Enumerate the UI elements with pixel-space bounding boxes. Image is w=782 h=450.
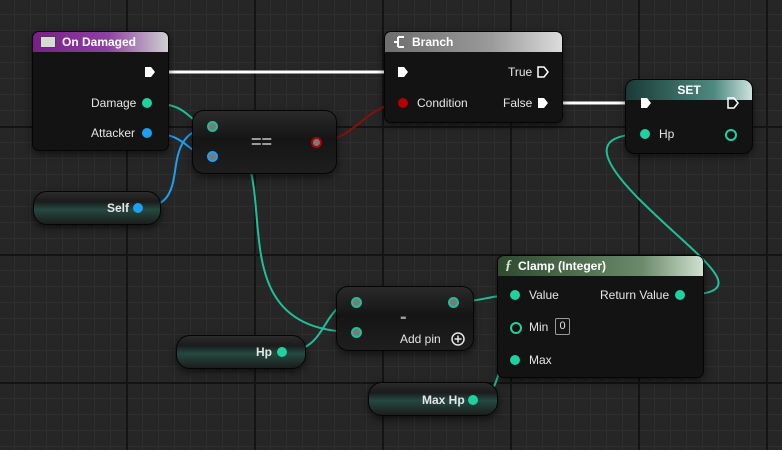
- on-damaged-header[interactable]: On Damaged: [33, 32, 168, 52]
- damage-pin-label: Damage: [91, 96, 137, 110]
- on-damaged-exec-out-pin[interactable]: [144, 66, 156, 78]
- clamp-max-pin[interactable]: [510, 355, 520, 365]
- subtract-input-b-pin[interactable]: [351, 327, 362, 338]
- set-hp-output-pin[interactable]: [725, 129, 737, 141]
- branch-exec-in-pin[interactable]: [397, 66, 409, 78]
- equal-input-b-pin[interactable]: [207, 151, 218, 162]
- self-output-pin[interactable]: [133, 203, 143, 213]
- hp-label: Hp: [256, 345, 272, 359]
- set-hp-input-pin[interactable]: [640, 129, 650, 139]
- clamp-min-pin[interactable]: [510, 322, 522, 334]
- true-exec-out-pin[interactable]: [537, 66, 549, 78]
- add-pin-icon[interactable]: [451, 332, 465, 346]
- clamp-max-label: Max: [529, 353, 552, 367]
- set-exec-in-pin[interactable]: [640, 97, 652, 109]
- false-pin-label: False: [503, 96, 533, 110]
- branch-title: Branch: [412, 35, 454, 49]
- max-hp-output-pin[interactable]: [468, 395, 478, 405]
- set-title: SET: [677, 83, 701, 97]
- subtract-operator: -: [400, 306, 407, 328]
- clamp-return-pin[interactable]: [675, 290, 685, 300]
- set-exec-out-pin[interactable]: [727, 97, 739, 109]
- branch-icon: [394, 36, 404, 48]
- subtract-output-pin[interactable]: [448, 297, 459, 308]
- clamp-return-label: Return Value: [600, 288, 670, 302]
- false-exec-out-pin[interactable]: [537, 97, 549, 109]
- equal-input-a-pin[interactable]: [207, 121, 218, 132]
- set-node[interactable]: SET: [625, 79, 753, 154]
- clamp-value-label: Value: [529, 288, 559, 302]
- condition-pin[interactable]: [398, 98, 408, 108]
- event-icon: [40, 36, 56, 48]
- max-hp-label: Max Hp: [422, 393, 465, 407]
- add-pin-label[interactable]: Add pin: [400, 332, 441, 346]
- attacker-pin[interactable]: [142, 128, 152, 138]
- clamp-header[interactable]: ƒ Clamp (Integer): [498, 256, 703, 276]
- true-pin-label: True: [508, 65, 533, 79]
- hp-output-pin[interactable]: [277, 347, 287, 357]
- attacker-pin-label: Attacker: [91, 126, 136, 140]
- equal-output-pin[interactable]: [311, 137, 322, 148]
- branch-header[interactable]: Branch: [385, 32, 562, 52]
- damage-pin[interactable]: [142, 98, 152, 108]
- clamp-title: Clamp (Integer): [518, 259, 607, 273]
- on-damaged-title: On Damaged: [62, 35, 137, 49]
- subtract-input-a-pin[interactable]: [351, 297, 362, 308]
- clamp-min-value-input[interactable]: 0: [555, 318, 570, 335]
- equal-operator: ==: [251, 132, 273, 152]
- clamp-min-label: Min: [529, 320, 549, 334]
- clamp-value-pin[interactable]: [510, 290, 520, 300]
- self-label: Self: [107, 201, 130, 215]
- function-icon: ƒ: [505, 258, 512, 273]
- condition-pin-label: Condition: [417, 96, 468, 110]
- set-hp-label: Hp: [659, 127, 675, 141]
